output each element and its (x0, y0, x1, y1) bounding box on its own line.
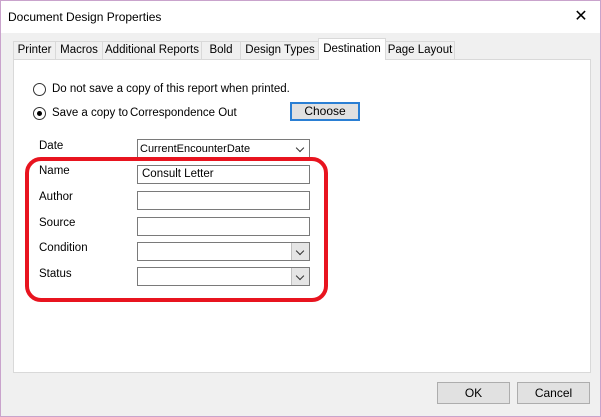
save-location-value: Correspondence Out (130, 107, 237, 119)
destination-panel: Do not save a copy of this report when p… (13, 59, 591, 373)
chevron-down-icon (295, 143, 305, 153)
save-copy-option[interactable]: Save a copy to (33, 105, 128, 121)
date-value: CurrentEncounterDate (140, 143, 251, 155)
tab-page-layout[interactable]: Page Layout (385, 41, 455, 59)
tab-macros[interactable]: Macros (55, 41, 103, 59)
highlight-annotation (25, 157, 328, 302)
no-save-label: Do not save a copy of this report when p… (52, 83, 290, 95)
cancel-button[interactable]: Cancel (517, 382, 590, 404)
document-design-properties-dialog: Document Design Properties ✕ Printer Mac… (0, 0, 601, 417)
no-save-radio[interactable] (33, 82, 46, 96)
tab-design-types[interactable]: Design Types (240, 41, 320, 59)
ok-button[interactable]: OK (437, 382, 510, 404)
save-copy-radio[interactable] (33, 106, 46, 120)
tab-printer[interactable]: Printer (13, 41, 56, 59)
close-icon[interactable]: ✕ (566, 4, 596, 30)
tab-bold[interactable]: Bold (201, 41, 241, 59)
date-label: Date (39, 140, 64, 152)
tab-destination[interactable]: Destination (318, 38, 386, 60)
date-select[interactable]: CurrentEncounterDate (137, 139, 310, 158)
date-dropdown-button[interactable] (292, 140, 309, 157)
no-save-option[interactable]: Do not save a copy of this report when p… (33, 81, 290, 97)
title-bar: Document Design Properties ✕ (1, 1, 600, 33)
choose-button[interactable]: Choose (290, 102, 360, 121)
dialog-title: Document Design Properties (8, 10, 162, 24)
tab-additional-reports[interactable]: Additional Reports (102, 41, 202, 59)
save-copy-label: Save a copy to (52, 107, 129, 119)
